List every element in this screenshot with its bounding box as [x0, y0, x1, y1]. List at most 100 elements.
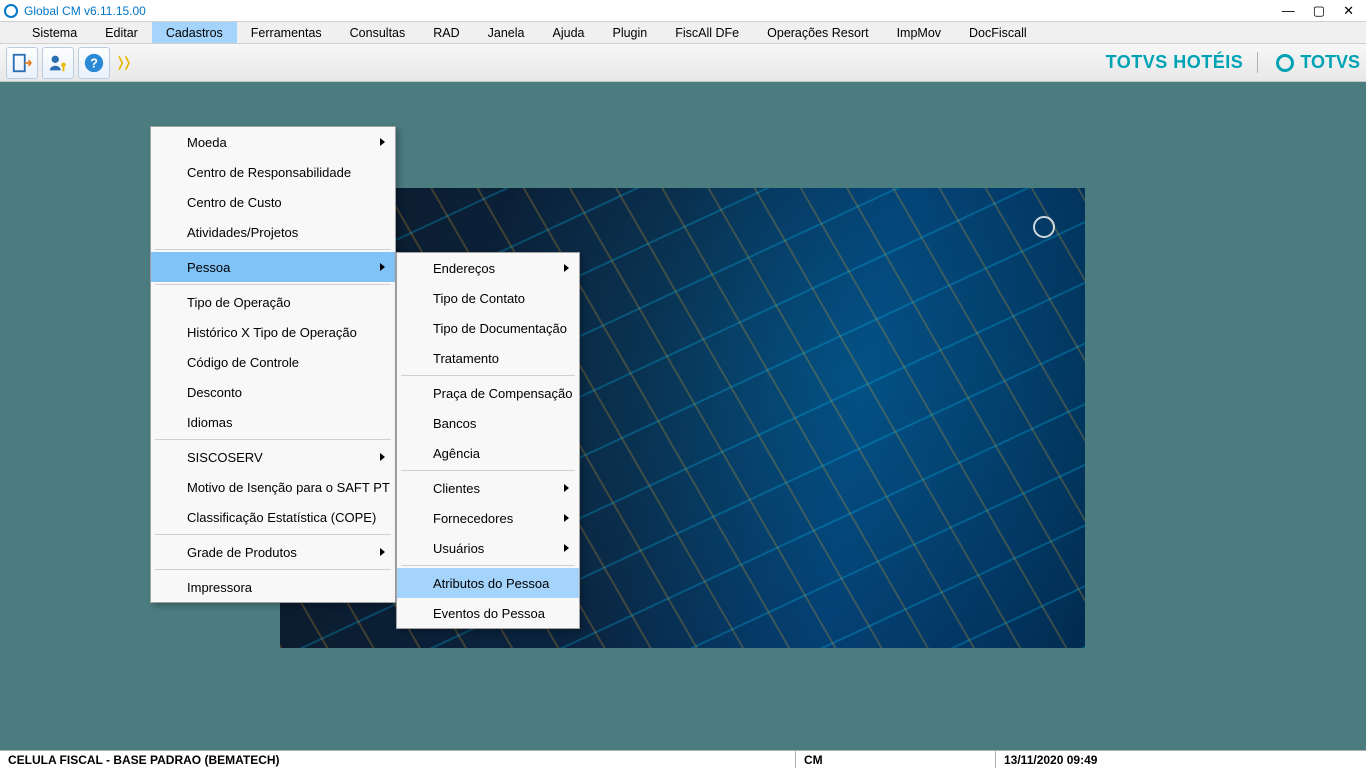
menu-item-label: Centro de Responsabilidade — [187, 165, 351, 180]
help-icon: ? — [83, 52, 105, 74]
spark-icon — [114, 52, 134, 74]
toolbar-user-button[interactable] — [42, 47, 74, 79]
menu-ferramentas[interactable]: Ferramentas — [237, 22, 336, 43]
maximize-button[interactable]: ▢ — [1313, 3, 1325, 19]
submenu-arrow-icon — [564, 544, 569, 552]
cadastros-item-atividades-projetos[interactable]: Atividades/Projetos — [151, 217, 395, 247]
titlebar: Global CM v6.11.15.00 — ▢ ✕ — [0, 0, 1366, 22]
toolbar-help-button[interactable]: ? — [78, 47, 110, 79]
cadastros-item-hist-rico-x-tipo-de-opera-o[interactable]: Histórico X Tipo de Operação — [151, 317, 395, 347]
menu-item-label: Tipo de Operação — [187, 295, 291, 310]
menu-item-label: SISCOSERV — [187, 450, 263, 465]
pessoa-item-separator — [401, 375, 575, 376]
brand-totvs-label: TOTVS — [1300, 52, 1360, 73]
pessoa-item-tratamento[interactable]: Tratamento — [397, 343, 579, 373]
toolbar: ? TOTVS HOTÉIS TOTVS — [0, 44, 1366, 82]
pessoa-item-separator — [401, 470, 575, 471]
toolbar-extra-button[interactable] — [114, 47, 134, 79]
pessoa-item-fornecedores[interactable]: Fornecedores — [397, 503, 579, 533]
pessoa-item-eventos-do-pessoa[interactable]: Eventos do Pessoa — [397, 598, 579, 628]
pessoa-item-tipo-de-contato[interactable]: Tipo de Contato — [397, 283, 579, 313]
cadastros-item-motivo-de-isen-o-para-o-saft-pt[interactable]: Motivo de Isenção para o SAFT PT — [151, 472, 395, 502]
pessoa-item-usu-rios[interactable]: Usuários — [397, 533, 579, 563]
cadastros-item-tipo-de-opera-o[interactable]: Tipo de Operação — [151, 287, 395, 317]
image-ring-icon — [1033, 216, 1055, 238]
toolbar-exit-button[interactable] — [6, 47, 38, 79]
menu-sistema[interactable]: Sistema — [18, 22, 91, 43]
menu-item-label: Clientes — [433, 481, 480, 496]
menu-item-label: Pessoa — [187, 260, 230, 275]
menu-item-label: Moeda — [187, 135, 227, 150]
menu-item-label: Grade de Produtos — [187, 545, 297, 560]
pessoa-item-pra-a-de-compensa-o[interactable]: Praça de Compensação — [397, 378, 579, 408]
menu-item-label: Endereços — [433, 261, 495, 276]
totvs-ring-icon — [1276, 54, 1294, 72]
menu-cadastros[interactable]: Cadastros — [152, 22, 237, 43]
menu-janela[interactable]: Janela — [474, 22, 539, 43]
statusbar: CELULA FISCAL - BASE PADRAO (BEMATECH) C… — [0, 750, 1366, 768]
cadastros-item-desconto[interactable]: Desconto — [151, 377, 395, 407]
minimize-button[interactable]: — — [1282, 3, 1295, 19]
close-button[interactable]: ✕ — [1343, 3, 1354, 19]
menu-item-label: Eventos do Pessoa — [433, 606, 545, 621]
menu-plugin[interactable]: Plugin — [598, 22, 661, 43]
cadastros-item-centro-de-responsabilidade[interactable]: Centro de Responsabilidade — [151, 157, 395, 187]
status-right: 13/11/2020 09:49 — [996, 751, 1366, 768]
pessoa-item-endere-os[interactable]: Endereços — [397, 253, 579, 283]
menu-item-label: Atividades/Projetos — [187, 225, 298, 240]
menu-rad[interactable]: RAD — [419, 22, 473, 43]
pessoa-item-tipo-de-documenta-o[interactable]: Tipo de Documentação — [397, 313, 579, 343]
submenu-arrow-icon — [380, 263, 385, 271]
menu-item-label: Motivo de Isenção para o SAFT PT — [187, 480, 390, 495]
app-icon — [4, 4, 18, 18]
menu-item-label: Agência — [433, 446, 480, 461]
menu-item-label: Praça de Compensação — [433, 386, 572, 401]
menu-item-label: Classificação Estatística (COPE) — [187, 510, 376, 525]
menu-editar[interactable]: Editar — [91, 22, 152, 43]
window-controls: — ▢ ✕ — [1282, 3, 1362, 19]
submenu-arrow-icon — [564, 484, 569, 492]
brand-hoteis: TOTVS HOTÉIS — [1106, 52, 1259, 73]
cadastros-item-moeda[interactable]: Moeda — [151, 127, 395, 157]
window-title: Global CM v6.11.15.00 — [24, 4, 146, 18]
menu-item-label: Idiomas — [187, 415, 233, 430]
svg-text:?: ? — [90, 55, 98, 70]
cadastros-item-separator — [155, 249, 391, 250]
dropdown-pessoa: Endereços Tipo de ContatoTipo de Document… — [396, 252, 580, 629]
menu-ajuda[interactable]: Ajuda — [539, 22, 599, 43]
exit-icon — [11, 52, 33, 74]
cadastros-item-centro-de-custo[interactable]: Centro de Custo — [151, 187, 395, 217]
submenu-arrow-icon — [564, 264, 569, 272]
cadastros-item-idiomas[interactable]: Idiomas — [151, 407, 395, 437]
dropdown-cadastros: Moeda Centro de Responsabilidade Centro de… — [150, 126, 396, 603]
menu-consultas[interactable]: Consultas — [336, 22, 420, 43]
cadastros-item-separator — [155, 534, 391, 535]
cadastros-item-impressora[interactable]: Impressora — [151, 572, 395, 602]
cadastros-item-c-digo-de-controle[interactable]: Código de Controle — [151, 347, 395, 377]
menu-impmov[interactable]: ImpMov — [883, 22, 955, 43]
menu-item-label: Usuários — [433, 541, 484, 556]
cadastros-item-grade-de-produtos[interactable]: Grade de Produtos — [151, 537, 395, 567]
cadastros-item-siscoserv[interactable]: SISCOSERV — [151, 442, 395, 472]
menu-item-label: Centro de Custo — [187, 195, 282, 210]
cadastros-item-pessoa[interactable]: Pessoa — [151, 252, 395, 282]
menu-item-label: Atributos do Pessoa — [433, 576, 549, 591]
menu-item-label: Histórico X Tipo de Operação — [187, 325, 357, 340]
status-left: CELULA FISCAL - BASE PADRAO (BEMATECH) — [0, 751, 796, 768]
user-key-icon — [47, 52, 69, 74]
menu-item-label: Tratamento — [433, 351, 499, 366]
menu-item-label: Bancos — [433, 416, 476, 431]
menubar: Sistema Editar Cadastros Ferramentas Con… — [0, 22, 1366, 44]
cadastros-item-classifica-o-estat-stica-cope-[interactable]: Classificação Estatística (COPE) — [151, 502, 395, 532]
menu-item-label: Impressora — [187, 580, 252, 595]
menu-operacoes-resort[interactable]: Operações Resort — [753, 22, 882, 43]
submenu-arrow-icon — [380, 453, 385, 461]
cadastros-item-separator — [155, 569, 391, 570]
pessoa-item-ag-ncia[interactable]: Agência — [397, 438, 579, 468]
pessoa-item-clientes[interactable]: Clientes — [397, 473, 579, 503]
menu-docfiscall[interactable]: DocFiscall — [955, 22, 1041, 43]
submenu-arrow-icon — [564, 514, 569, 522]
pessoa-item-bancos[interactable]: Bancos — [397, 408, 579, 438]
pessoa-item-atributos-do-pessoa[interactable]: Atributos do Pessoa — [397, 568, 579, 598]
menu-fiscall-dfe[interactable]: FiscAll DFe — [661, 22, 753, 43]
